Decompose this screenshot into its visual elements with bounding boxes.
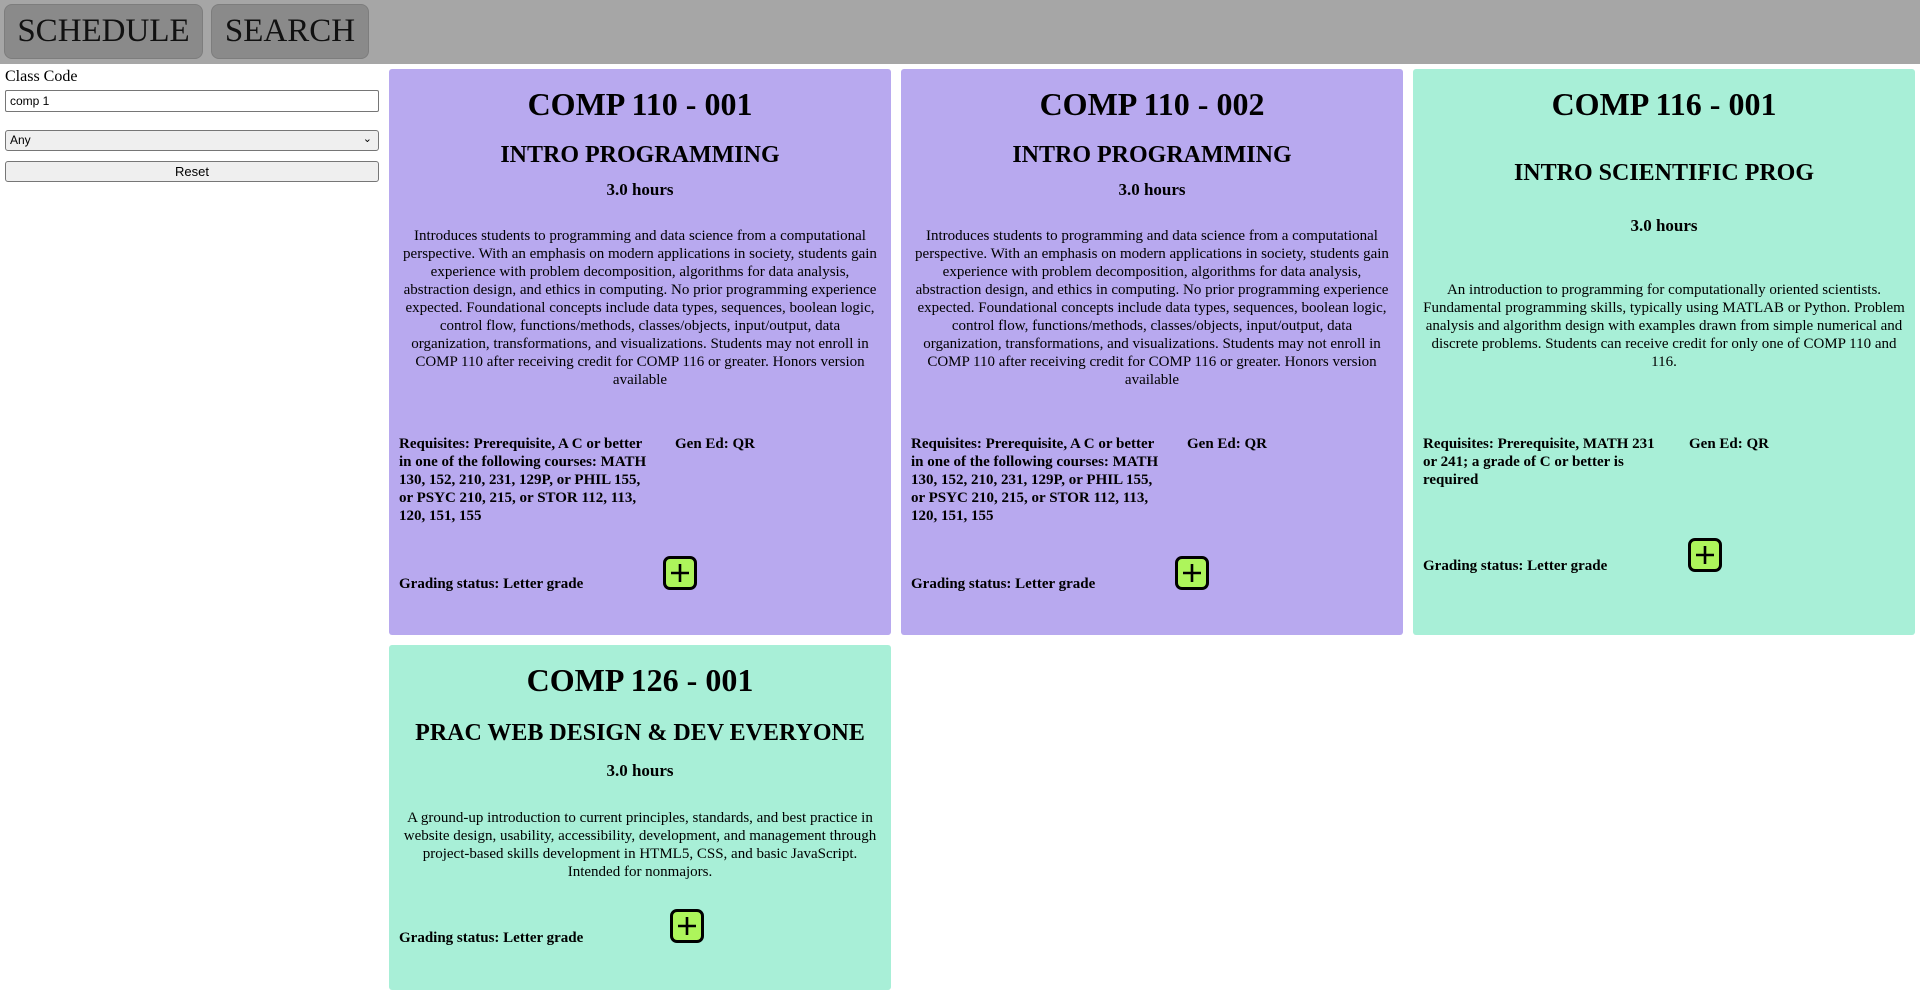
course-card: COMP 110 - 002 INTRO PROGRAMMING 3.0 hou… bbox=[901, 69, 1403, 635]
plus-icon bbox=[678, 917, 696, 935]
top-nav-bar: SCHEDULE SEARCH bbox=[0, 0, 1920, 64]
plus-icon bbox=[671, 564, 689, 582]
course-code: COMP 116 - 001 bbox=[1551, 86, 1777, 122]
course-title: PRAC WEB DESIGN & DEV EVERYONE bbox=[415, 720, 865, 746]
schedule-button[interactable]: SCHEDULE bbox=[4, 4, 203, 59]
course-title: INTRO PROGRAMMING bbox=[500, 142, 780, 168]
course-gen-ed: Gen Ed: QR bbox=[1187, 436, 1268, 452]
filter-select-value: Any bbox=[10, 133, 31, 147]
plus-icon bbox=[1183, 564, 1201, 582]
grading-status: Grading status: Letter grade bbox=[399, 576, 584, 592]
course-card: COMP 110 - 001 INTRO PROGRAMMING 3.0 hou… bbox=[389, 69, 891, 635]
course-description: Introduces students to programming and d… bbox=[915, 228, 1389, 388]
search-sidebar: Class Code Any ⌄ Reset bbox=[5, 68, 379, 182]
course-hours: 3.0 hours bbox=[606, 761, 674, 780]
course-requisites: Requisites: Prerequisite, A C or better … bbox=[399, 436, 647, 524]
class-code-input[interactable] bbox=[5, 90, 379, 112]
course-description: Introduces students to programming and d… bbox=[403, 228, 877, 388]
course-hours: 3.0 hours bbox=[606, 180, 674, 199]
course-hours: 3.0 hours bbox=[1118, 180, 1186, 199]
course-card: COMP 116 - 001 INTRO SCIENTIFIC PROG 3.0… bbox=[1413, 69, 1915, 635]
course-requisites: Requisites: Prerequisite, MATH 231 or 24… bbox=[1423, 436, 1655, 488]
search-button[interactable]: SEARCH bbox=[211, 4, 369, 59]
class-code-label: Class Code bbox=[5, 68, 78, 85]
plus-icon bbox=[1696, 546, 1714, 564]
course-code: COMP 126 - 001 bbox=[526, 662, 754, 698]
grading-status: Grading status: Letter grade bbox=[1423, 558, 1608, 574]
course-description: A ground-up introduction to current prin… bbox=[403, 810, 877, 880]
grading-status: Grading status: Letter grade bbox=[911, 576, 1096, 592]
reset-button[interactable]: Reset bbox=[5, 161, 379, 182]
chevron-down-icon: ⌄ bbox=[362, 133, 372, 145]
grading-status: Grading status: Letter grade bbox=[399, 930, 584, 946]
course-title: INTRO SCIENTIFIC PROG bbox=[1513, 160, 1815, 186]
course-gen-ed: Gen Ed: QR bbox=[1689, 436, 1770, 452]
course-title: INTRO PROGRAMMING bbox=[1012, 142, 1292, 168]
add-course-button[interactable] bbox=[1175, 556, 1209, 590]
add-course-button[interactable] bbox=[1688, 538, 1722, 572]
course-code: COMP 110 - 002 bbox=[1039, 86, 1265, 122]
course-hours: 3.0 hours bbox=[1630, 216, 1698, 235]
course-gen-ed: Gen Ed: QR bbox=[675, 436, 756, 452]
course-card: COMP 126 - 001 PRAC WEB DESIGN & DEV EVE… bbox=[389, 645, 891, 990]
course-requisites: Requisites: Prerequisite, A C or better … bbox=[911, 436, 1159, 524]
add-course-button[interactable] bbox=[663, 556, 697, 590]
course-description: An introduction to programming for compu… bbox=[1423, 282, 1905, 370]
add-course-button[interactable] bbox=[670, 909, 704, 943]
filter-select[interactable]: Any ⌄ bbox=[5, 130, 379, 151]
course-code: COMP 110 - 001 bbox=[527, 86, 753, 122]
